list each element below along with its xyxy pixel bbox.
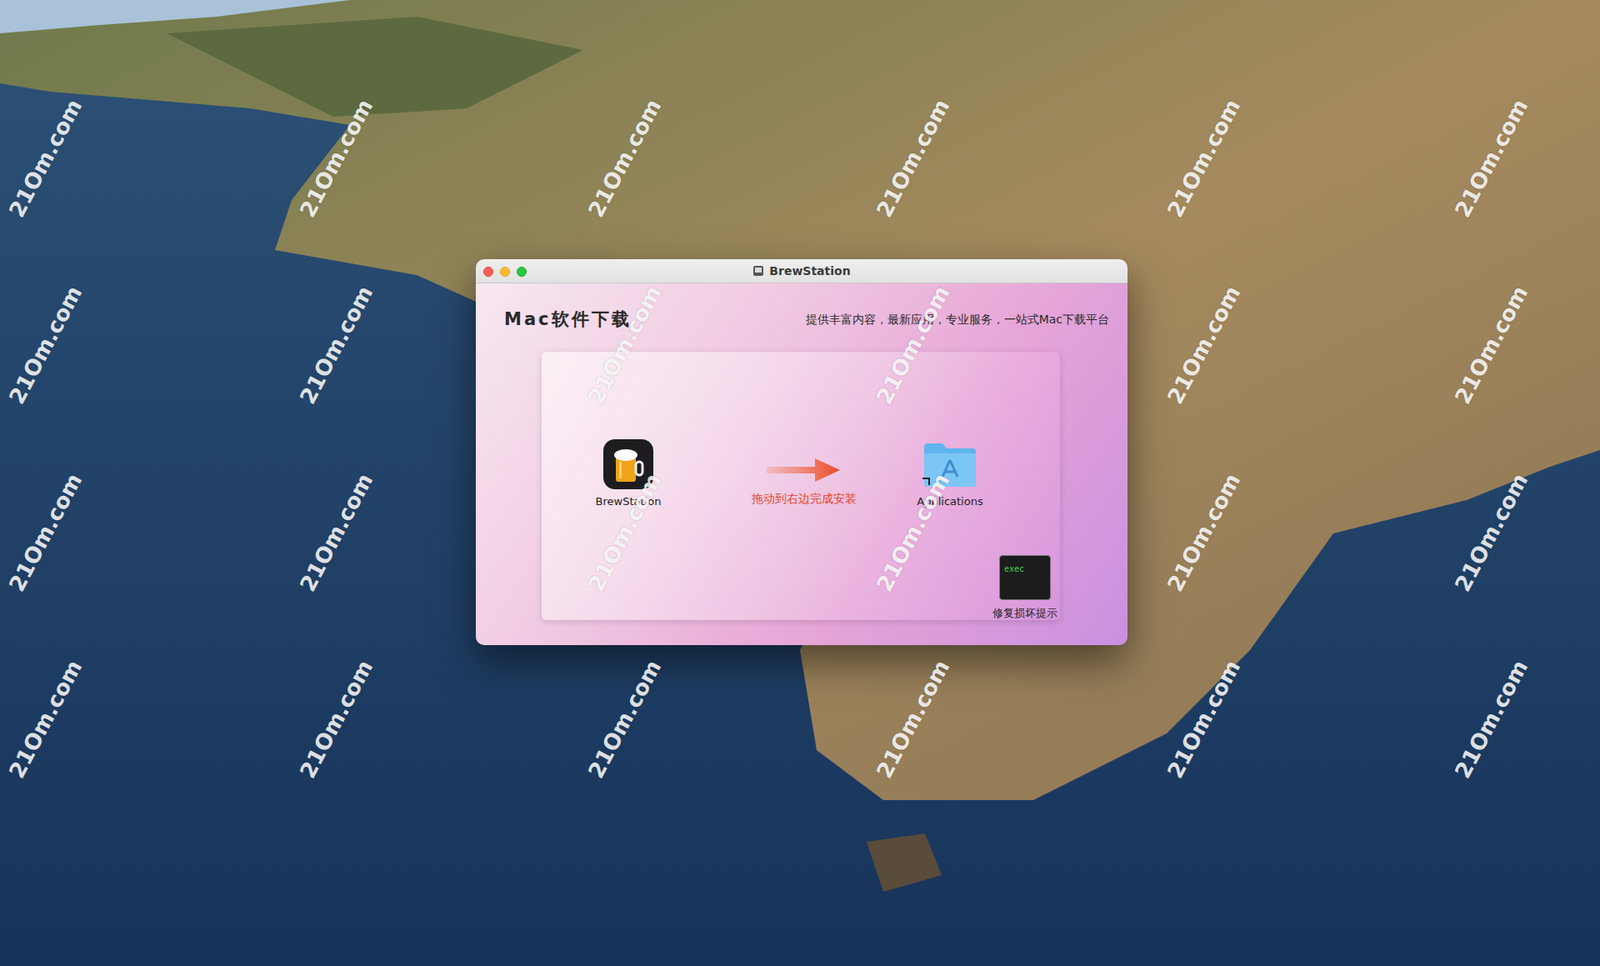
watermark: 21Om.com (0, 467, 90, 598)
watermark: 21Om.com (1446, 280, 1536, 410)
minimize-button[interactable] (500, 266, 510, 277)
brand: Mac软件下载 (504, 306, 632, 334)
disk-icon (752, 265, 765, 277)
window-body: Mac软件下载 提供丰富内容，最新应用，专业服务，一站式Mac下载平台 Brew… (475, 283, 1128, 645)
watermark: 21Om.com (1446, 654, 1536, 785)
watermark: 21Om.com (580, 280, 670, 410)
watermark: 21Om.com (0, 280, 90, 410)
slogan: 提供丰富内容，最新应用，专业服务，一站式Mac下载平台 (805, 310, 1110, 329)
repair-label: 修复损坏提示 (992, 605, 1058, 622)
window-title: BrewStation (769, 262, 850, 280)
watermark: 21Om.com (868, 280, 958, 410)
watermark: 21Om.com (868, 467, 958, 598)
watermark: 21Om.com (0, 654, 90, 785)
watermark: 21Om.com (291, 467, 381, 598)
watermark: 21Om.com (580, 93, 670, 224)
desktop: BrewStation Mac软件下载 提供丰富内容，最新应用，专业服务，一站式… (0, 0, 1600, 966)
watermark: 21Om.com (580, 654, 670, 785)
close-button[interactable] (483, 266, 494, 277)
applications-folder-icon (920, 438, 980, 490)
watermark: 21Om.com (0, 93, 90, 224)
watermark: 21Om.com (291, 93, 381, 224)
watermark-layer: 21Om.com 21Om.com 21Om.com 21Om.com 21Om.com… (0, 0, 1600, 966)
install-panel: BrewStation 拖动到右边完成安装 (541, 351, 1060, 620)
zoom-button[interactable] (516, 266, 527, 277)
watermark: 21Om.com (1159, 93, 1249, 224)
watermark: 21Om.com (580, 467, 670, 598)
header: Mac软件下载 提供丰富内容，最新应用，专业服务，一站式Mac下载平台 (475, 283, 1128, 334)
watermark: 21Om.com (1446, 467, 1536, 598)
instruction-text: 拖动到右边完成安装 (751, 490, 857, 508)
terminal-icon-text: exec (1004, 564, 1025, 574)
repair-item[interactable]: exec 修复损坏提示 (986, 555, 1064, 622)
app-label: BrewStation (595, 493, 662, 510)
right-arrow-icon (766, 456, 842, 484)
title-bar[interactable]: BrewStation (475, 259, 1128, 284)
installer-window[interactable]: BrewStation Mac软件下载 提供丰富内容，最新应用，专业服务，一站式… (475, 259, 1128, 645)
applications-item[interactable]: Applications (900, 438, 1000, 510)
watermark: 21Om.com (1159, 467, 1249, 598)
watermark: 21Om.com (1159, 654, 1249, 785)
terminal-icon: exec (999, 555, 1051, 600)
watermark: 21Om.com (868, 93, 958, 224)
watermark: 21Om.com (1446, 93, 1536, 224)
app-item[interactable]: BrewStation (581, 438, 675, 510)
applications-label: Applications (916, 493, 983, 510)
watermark: 21Om.com (868, 654, 958, 785)
watermark: 21Om.com (291, 654, 381, 785)
watermark: 21Om.com (1159, 280, 1249, 410)
beer-mug-icon (602, 438, 655, 490)
instruction-group: 拖动到右边完成安装 (729, 456, 880, 508)
watermark: 21Om.com (291, 280, 381, 410)
